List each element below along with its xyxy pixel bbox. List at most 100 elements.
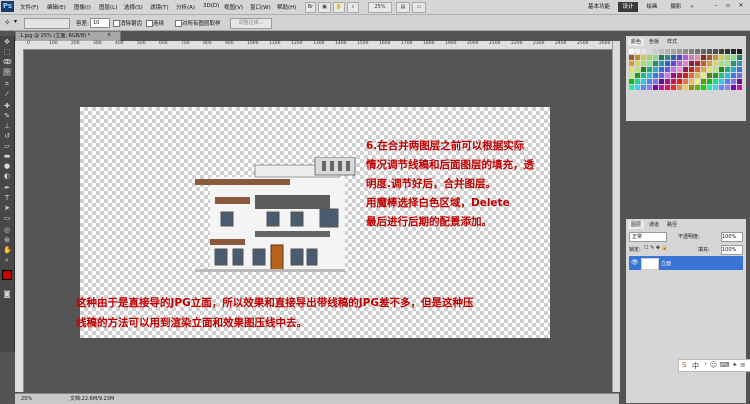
layer-row[interactable]: 👁 立面 (629, 256, 743, 270)
color-swatch[interactable] (683, 67, 688, 72)
color-swatch[interactable] (707, 49, 712, 54)
color-swatch[interactable] (659, 73, 664, 78)
3d-orbit-icon[interactable]: ⊛ (3, 236, 11, 244)
color-swatch[interactable] (659, 67, 664, 72)
color-swatch[interactable] (671, 85, 676, 90)
all-layers-checkbox[interactable] (175, 20, 182, 27)
color-swatch[interactable] (641, 73, 646, 78)
zoom-view-button[interactable]: ⌕ (347, 2, 359, 13)
color-swatch[interactable] (725, 73, 730, 78)
refine-edge-button[interactable]: 调整边缘... (230, 18, 272, 29)
color-swatch[interactable] (713, 73, 718, 78)
color-swatch[interactable] (713, 85, 718, 90)
color-swatch[interactable] (701, 85, 706, 90)
color-swatch[interactable] (665, 55, 670, 60)
color-swatch[interactable] (635, 49, 640, 54)
color-swatch[interactable] (683, 49, 688, 54)
color-swatch[interactable] (719, 61, 724, 66)
color-swatch[interactable] (707, 73, 712, 78)
color-swatch[interactable] (653, 55, 658, 60)
color-swatch[interactable] (659, 49, 664, 54)
lasso-tool-icon[interactable]: ↂ (3, 58, 12, 66)
color-swatch[interactable] (725, 49, 730, 54)
color-swatch[interactable] (629, 67, 634, 72)
color-swatch[interactable] (677, 79, 682, 84)
workspace-more[interactable]: » (688, 2, 696, 12)
color-swatch[interactable] (641, 67, 646, 72)
color-swatch[interactable] (701, 73, 706, 78)
color-swatch[interactable] (677, 73, 682, 78)
close-document-icon[interactable]: × (107, 31, 111, 40)
document-tab[interactable]: 1.jpg @ 25% (立面, RGB/8) * (15, 31, 121, 41)
history-brush-icon[interactable]: ↺ (3, 132, 11, 140)
color-swatch[interactable] (647, 49, 652, 54)
color-swatch[interactable] (683, 79, 688, 84)
color-swatch[interactable] (677, 85, 682, 90)
color-swatch[interactable] (677, 61, 682, 66)
color-swatch[interactable] (629, 79, 634, 84)
color-swatch[interactable] (665, 61, 670, 66)
magic-wand-tool-icon[interactable]: ✧ (4, 18, 11, 27)
tool-preset-chevron-icon[interactable]: ▾ (14, 18, 17, 25)
color-swatch[interactable] (653, 85, 658, 90)
eyedropper-tool-icon[interactable]: ⁄ (3, 90, 11, 98)
hand-view-button[interactable]: ✋ (333, 2, 345, 13)
color-swatch[interactable] (737, 55, 742, 60)
color-swatch[interactable] (707, 67, 712, 72)
color-swatch[interactable] (725, 67, 730, 72)
color-swatch[interactable] (683, 73, 688, 78)
healing-brush-icon[interactable]: ✚ (3, 102, 11, 110)
crop-tool-icon[interactable]: ⌗ (3, 80, 11, 88)
tab-layers[interactable]: 图层 (628, 221, 645, 229)
color-swatch[interactable] (647, 79, 652, 84)
color-swatch[interactable] (671, 55, 676, 60)
sogou-ime-icon[interactable]: S (682, 361, 686, 369)
color-swatch[interactable] (641, 49, 646, 54)
menu-view[interactable]: 视图(V) (224, 3, 243, 11)
screen-mode-icon[interactable]: ▭ (412, 2, 426, 13)
eraser-tool-icon[interactable]: ▱ (3, 142, 11, 150)
color-swatch[interactable] (689, 49, 694, 54)
color-swatch[interactable] (707, 85, 712, 90)
tab-paths[interactable]: 路径 (664, 221, 680, 229)
color-swatch[interactable] (731, 85, 736, 90)
color-swatch[interactable] (731, 73, 736, 78)
layer-name[interactable]: 立面 (661, 260, 671, 267)
color-swatch[interactable] (695, 85, 700, 90)
color-swatch[interactable] (719, 49, 724, 54)
color-swatch[interactable] (713, 79, 718, 84)
color-swatch[interactable] (647, 85, 652, 90)
zoom-level-select[interactable]: 25% (368, 2, 392, 13)
ime-toolbar[interactable]: S 中 ⁺ ☺ ⌨ ✦ ≡ (678, 359, 750, 372)
menu-image[interactable]: 图像(I) (74, 3, 91, 11)
color-swatch[interactable] (683, 61, 688, 66)
color-swatch[interactable] (731, 79, 736, 84)
color-swatch[interactable] (737, 61, 742, 66)
color-swatch[interactable] (719, 67, 724, 72)
menu-file[interactable]: 文件(F) (20, 3, 38, 11)
vertical-scrollbar[interactable] (612, 41, 620, 392)
lock-icons[interactable]: ☐ ✎ ✥ 🔒 (644, 245, 668, 251)
brush-tool-icon[interactable]: ✎ (3, 112, 11, 120)
quick-mask-icon[interactable]: ◙ (3, 290, 11, 298)
color-swatch[interactable] (671, 61, 676, 66)
color-swatch[interactable] (689, 73, 694, 78)
dodge-tool-icon[interactable]: ◐ (3, 172, 11, 180)
color-swatch[interactable] (737, 85, 742, 90)
menu-3d[interactable]: 3D(D) (203, 3, 219, 9)
color-swatch[interactable] (629, 55, 634, 60)
menu-analysis[interactable]: 分析(A) (176, 3, 195, 11)
color-swatch[interactable] (635, 61, 640, 66)
workspace-photography[interactable]: 摄影 (666, 2, 686, 12)
hand-tool-icon[interactable]: ✋ (3, 246, 12, 254)
menu-edit[interactable]: 编辑(E) (47, 3, 66, 11)
color-swatch[interactable] (701, 61, 706, 66)
color-swatch[interactable] (659, 61, 664, 66)
color-swatch[interactable] (635, 85, 640, 90)
color-swatch[interactable] (647, 73, 652, 78)
color-swatch[interactable] (683, 85, 688, 90)
ime-language[interactable]: 中 (692, 361, 699, 371)
color-swatch[interactable] (677, 49, 682, 54)
color-swatch[interactable] (635, 73, 640, 78)
arrange-docs-icon[interactable]: ▤ (396, 2, 410, 13)
